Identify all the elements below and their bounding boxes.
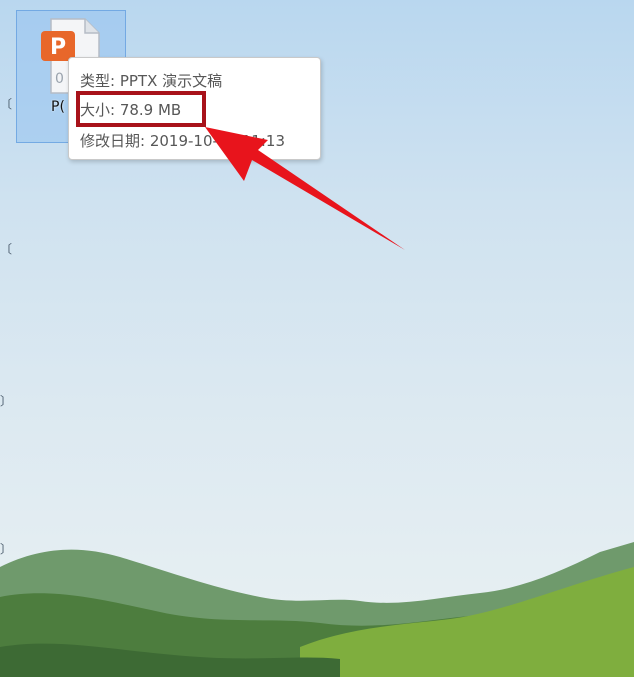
desktop-background: 〔 〔 〕 〕 P 0 P( 类型: PPTX 演示文稿 大小: 78.9 MB… [0, 0, 634, 677]
svg-text:0: 0 [55, 71, 64, 87]
size-highlight-box [76, 91, 206, 127]
partial-desktop-item-edge: 〔 [0, 242, 13, 256]
badge-letter: P [50, 35, 66, 60]
file-type-text: 类型: PPTX 演示文稿 [80, 72, 223, 90]
partial-desktop-item-edge: 〕 [0, 542, 13, 556]
partial-desktop-item-edge: 〔 [0, 97, 13, 111]
file-modified-text: 修改日期: 2019-10-24 11:13 [80, 132, 285, 150]
partial-desktop-item-edge: 〕 [0, 394, 13, 408]
landscape-hills [0, 542, 634, 677]
